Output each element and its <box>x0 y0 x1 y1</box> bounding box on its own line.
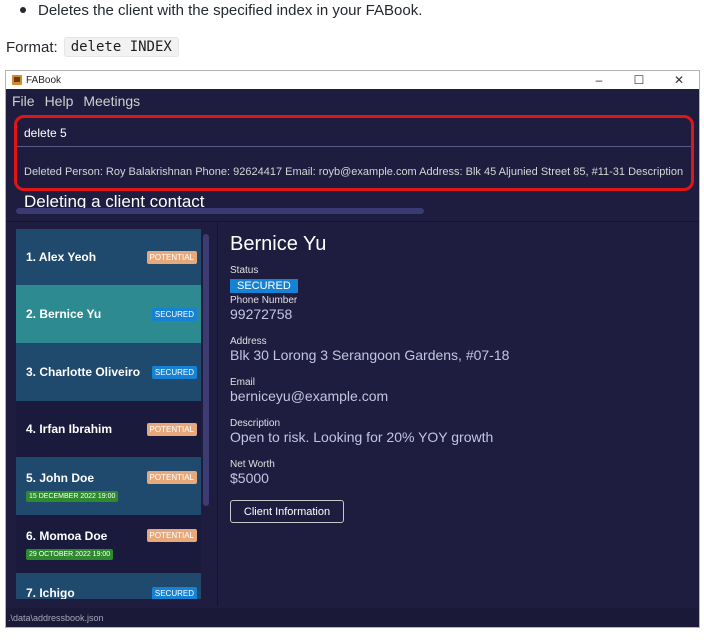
detail-networth-label: Net Worth <box>230 459 275 470</box>
client-card-name: 7. Ichigo <box>26 586 75 599</box>
client-card[interactable]: 7. Ichigo SECURED <box>16 573 201 599</box>
detail-email-label: Email <box>230 377 256 388</box>
maximize-button[interactable]: ☐ <box>619 71 659 89</box>
title-bar: FABook – ☐ ✕ <box>6 71 699 89</box>
client-status-badge: POTENTIAL <box>146 471 197 484</box>
client-card-name: 4. Irfan Ibrahim <box>26 422 113 436</box>
client-card-name: 3. Charlotte Oliveiro <box>26 365 141 379</box>
detail-description: Open to risk. Looking for 20% YOY growth <box>230 429 494 445</box>
detail-status-badge: SECURED <box>230 279 298 293</box>
detail-phone-label: Phone Number <box>230 295 298 306</box>
bullet-dot <box>20 7 26 13</box>
client-status-badge: POTENTIAL <box>146 422 197 436</box>
client-card-name: 1. Alex Yeoh <box>26 250 97 264</box>
detail-phone: 99272758 <box>230 306 293 322</box>
client-status-badge: SECURED <box>151 586 197 599</box>
detail-networth: $5000 <box>230 470 269 486</box>
client-card[interactable]: 1. Alex Yeoh POTENTIAL <box>16 229 201 285</box>
minimize-button[interactable]: – <box>579 71 619 89</box>
client-status-badge: SECURED <box>151 365 197 379</box>
window-title: FABook <box>26 74 62 86</box>
meeting-time-badge: 15 DECEMBER 2022 19:00 <box>26 490 119 502</box>
client-card[interactable]: 6. Momoa Doe POTENTIAL 29 OCTOBER 2022 19:… <box>16 515 201 573</box>
detail-name: Bernice Yu <box>230 232 327 255</box>
panel-divider <box>217 222 218 606</box>
client-status-badge: SECURED <box>151 307 197 321</box>
client-status-badge: POTENTIAL <box>146 250 197 264</box>
client-card[interactable]: 3. Charlotte Oliveiro SECURED <box>16 343 201 401</box>
client-card[interactable]: 4. Irfan Ibrahim POTENTIAL <box>16 401 201 457</box>
window-controls: – ☐ ✕ <box>579 71 699 89</box>
detail-status-label: Status <box>230 265 259 276</box>
detail-email: berniceyu@example.com <box>230 388 389 404</box>
client-card-name: 5. John Doe <box>26 470 95 485</box>
client-card[interactable]: 2. Bernice Yu SECURED <box>16 285 201 343</box>
menu-help[interactable]: Help <box>45 93 74 109</box>
detail-address: Blk 30 Lorong 3 Serangoon Gardens, #07-1… <box>230 347 510 363</box>
format-label: Format: <box>6 38 58 56</box>
app-icon <box>12 75 22 85</box>
fabook-window: FABook – ☐ ✕ File Help Meetings delete 5… <box>5 70 700 628</box>
status-bar: .\data\addressbook.json <box>6 608 699 627</box>
menu-meetings[interactable]: Meetings <box>83 93 140 109</box>
doc-format-line: Format: delete INDEX <box>6 36 179 58</box>
meeting-time-badge: 29 OCTOBER 2022 19:00 <box>26 548 114 560</box>
client-status-badge: POTENTIAL <box>146 529 197 542</box>
result-display: Deleted Person: Roy Balakrishnan Phone: … <box>24 166 684 178</box>
doc-bullet-text: Deletes the client with the specified in… <box>38 1 423 19</box>
client-detail-panel: Bernice Yu Status SECURED Phone Number 9… <box>230 229 690 523</box>
detail-address-label: Address <box>230 336 267 347</box>
client-card-name: 2. Bernice Yu <box>26 307 102 321</box>
menu-bar: File Help Meetings <box>6 89 699 113</box>
result-horizontal-scrollbar[interactable] <box>16 208 424 214</box>
separator <box>6 221 699 222</box>
format-code: delete INDEX <box>63 37 179 57</box>
client-information-button[interactable]: Client Information <box>230 500 344 523</box>
client-card-name: 6. Momoa Doe <box>26 528 108 543</box>
client-list: 1. Alex Yeoh POTENTIAL 2. Bernice Yu SECURE… <box>16 229 210 599</box>
menu-file[interactable]: File <box>12 93 35 109</box>
command-input[interactable]: delete 5 <box>16 119 694 147</box>
doc-bullet: Deletes the client with the specified in… <box>14 0 704 20</box>
detail-description-label: Description <box>230 418 281 429</box>
client-list-scrollbar[interactable] <box>203 234 209 506</box>
close-button[interactable]: ✕ <box>659 71 699 89</box>
client-card[interactable]: 5. John Doe POTENTIAL 15 DECEMBER 2022 19:… <box>16 457 201 515</box>
